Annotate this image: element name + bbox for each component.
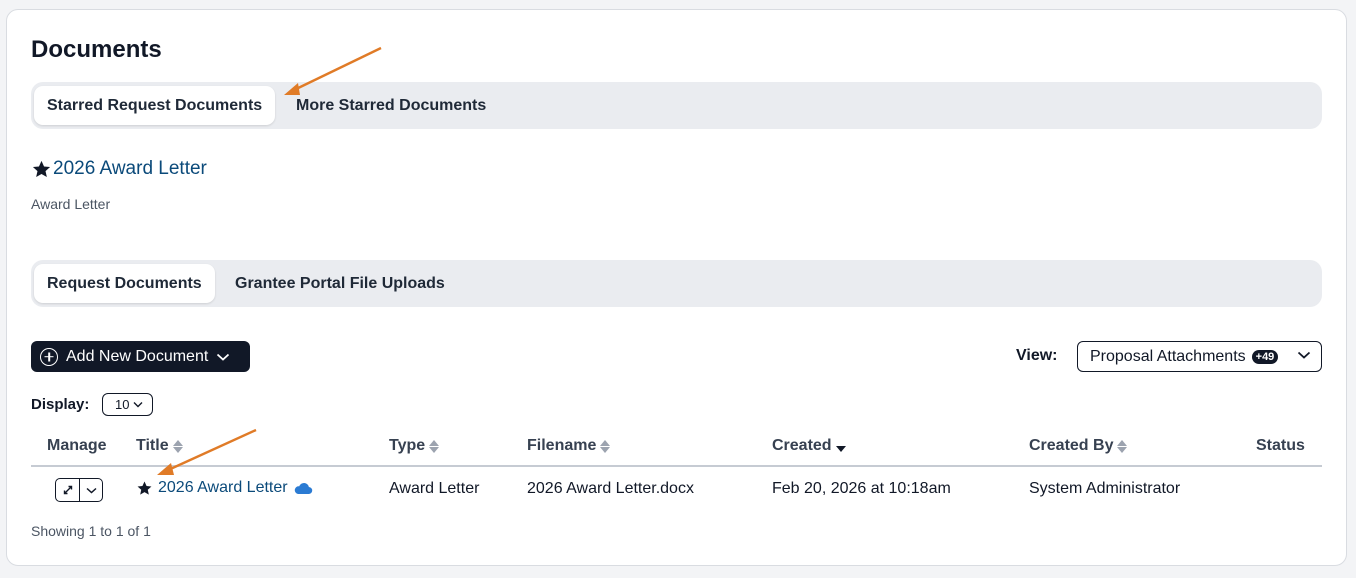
column-label: Status xyxy=(1256,437,1305,454)
expand-button[interactable] xyxy=(56,479,80,501)
column-header-created-by[interactable]: Created By xyxy=(1029,437,1128,455)
row-title-link[interactable]: 2026 Award Letter xyxy=(136,479,313,497)
display-count-select[interactable]: 10 xyxy=(102,393,153,416)
display-label: Display: xyxy=(31,396,90,413)
tab-starred-request-documents[interactable]: Starred Request Documents xyxy=(34,86,276,125)
starred-document-title: 2026 Award Letter xyxy=(53,158,207,179)
tab-grantee-portal-file-uploads[interactable]: Grantee Portal File Uploads xyxy=(222,264,458,303)
row-created: Feb 20, 2026 at 10:18am xyxy=(772,480,951,497)
sort-icon xyxy=(429,439,440,453)
view-select[interactable]: Proposal Attachments +49 xyxy=(1077,341,1322,372)
sort-icon xyxy=(600,439,611,453)
view-select-value: Proposal Attachments xyxy=(1090,347,1246,365)
manage-button-group xyxy=(55,478,103,502)
table-header-divider xyxy=(31,465,1322,467)
view-count-badge: +49 xyxy=(1251,349,1279,364)
view-label: View: xyxy=(1016,347,1058,364)
expand-icon xyxy=(63,485,72,495)
column-header-created[interactable]: Created xyxy=(772,437,846,455)
starred-document-type: Award Letter xyxy=(31,196,111,212)
cloud-icon xyxy=(294,482,312,494)
chevron-down-icon xyxy=(1297,351,1311,359)
row-type: Award Letter xyxy=(389,480,480,497)
chevron-down-icon xyxy=(217,353,230,361)
column-header-title[interactable]: Title xyxy=(136,437,183,455)
add-new-document-button[interactable]: Add New Document xyxy=(31,341,250,372)
row-created-by: System Administrator xyxy=(1029,480,1181,497)
sort-icon xyxy=(1117,439,1128,453)
column-label: Manage xyxy=(47,437,107,454)
add-new-document-label: Add New Document xyxy=(66,347,209,365)
column-label: Filename xyxy=(527,437,597,454)
plus-circle-icon xyxy=(40,347,58,366)
column-label: Title xyxy=(136,437,169,454)
star-icon xyxy=(137,481,152,495)
starred-document-link[interactable]: 2026 Award Letter xyxy=(31,158,207,180)
row-title-text: 2026 Award Letter xyxy=(158,479,288,496)
column-header-status: Status xyxy=(1256,437,1305,455)
chevron-down-icon xyxy=(133,402,143,408)
column-header-filename[interactable]: Filename xyxy=(527,437,611,455)
chevron-down-icon xyxy=(86,487,96,494)
row-filename: 2026 Award Letter.docx xyxy=(527,480,694,497)
sort-descending-icon xyxy=(835,445,846,452)
tab-request-documents[interactable]: Request Documents xyxy=(34,264,215,303)
column-header-type[interactable]: Type xyxy=(389,437,440,455)
column-label: Created xyxy=(772,437,832,454)
manage-menu-button[interactable] xyxy=(80,479,102,501)
star-icon xyxy=(32,160,51,177)
column-label: Created By xyxy=(1029,437,1114,454)
column-label: Type xyxy=(389,437,426,454)
sort-icon xyxy=(172,439,183,453)
page-title: Documents xyxy=(31,36,162,63)
display-count-value: 10 xyxy=(115,397,130,412)
starred-tabbar: Starred Request Documents More Starred D… xyxy=(31,82,1322,129)
tab-more-starred-documents[interactable]: More Starred Documents xyxy=(283,86,499,125)
column-header-manage: Manage xyxy=(47,437,107,455)
pagination-summary: Showing 1 to 1 of 1 xyxy=(31,523,151,539)
document-tabbar: Request Documents Grantee Portal File Up… xyxy=(31,260,1322,307)
